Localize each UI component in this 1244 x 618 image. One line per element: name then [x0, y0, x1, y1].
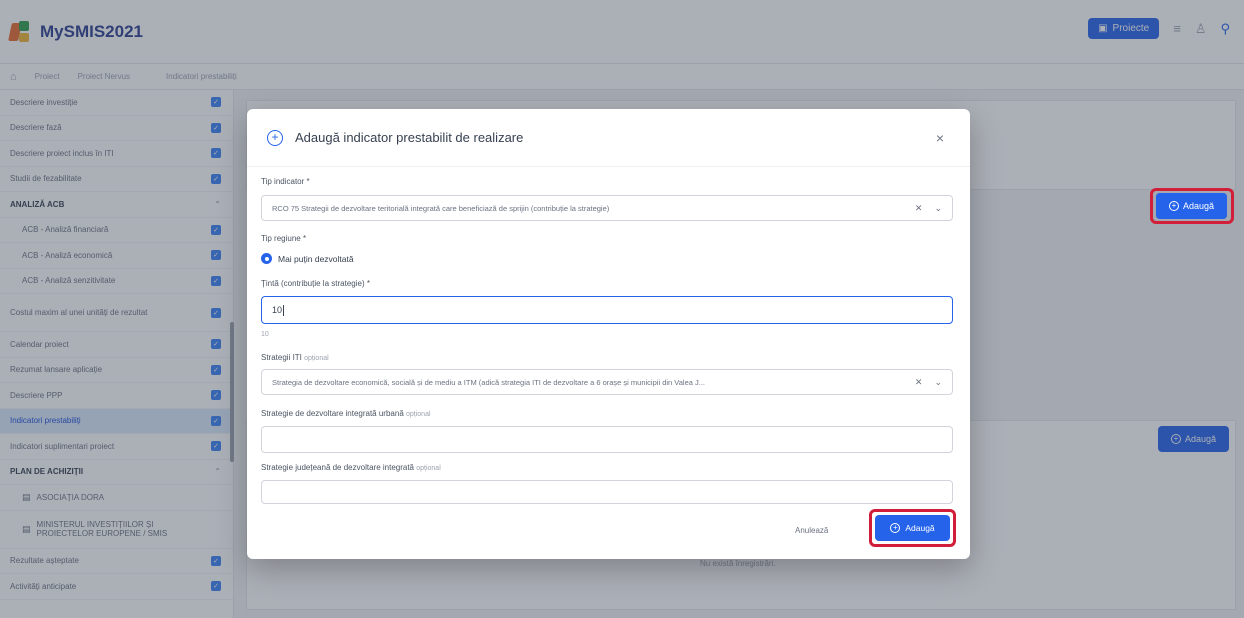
cancel-button[interactable]: Anulează	[795, 526, 828, 535]
highlighted-add-button[interactable]: + Adaugă	[1156, 193, 1227, 219]
tip-regiune-label: Tip regiune *	[261, 234, 307, 243]
clear-icon[interactable]: ✕	[915, 377, 923, 388]
tinta-input[interactable]: 10	[261, 296, 953, 324]
strategie-judeteana-label: Strategie județeană de dezvoltare integr…	[261, 463, 441, 472]
chevron-down-icon[interactable]: ⌄	[934, 203, 942, 214]
add-indicator-modal: + Adaugă indicator prestabilit de realiz…	[247, 109, 970, 559]
tip-indicator-value: RCO 75 Strategii de dezvoltare teritoria…	[272, 203, 610, 213]
strategii-iti-value: Strategia de dezvoltare economică, socia…	[272, 377, 705, 387]
strategie-urbana-label: Strategie de dezvoltare integrată urbană…	[261, 409, 431, 418]
strategii-iti-select[interactable]: Strategia de dezvoltare economică, socia…	[261, 369, 953, 395]
strategie-judeteana-field[interactable]	[261, 480, 953, 504]
plus-icon: +	[890, 523, 901, 533]
modal-header: + Adaugă indicator prestabilit de realiz…	[247, 109, 970, 167]
plus-icon: +	[1168, 201, 1179, 211]
region-radio-option[interactable]: Mai puțin dezvoltată	[261, 253, 354, 264]
tinta-hint: 10	[261, 331, 269, 338]
tinta-input-value: 10	[272, 305, 283, 315]
strategie-urbana-field[interactable]	[261, 426, 953, 453]
close-icon[interactable]: ×	[936, 130, 944, 146]
add-button[interactable]: + Adaugă	[875, 515, 950, 541]
tinta-label: Țintă (contribuție la strategie) *	[261, 279, 370, 288]
region-option-label: Mai puțin dezvoltată	[278, 253, 354, 264]
strategii-iti-label: Strategii ITI opțional	[261, 353, 329, 362]
plus-circle-icon: +	[267, 129, 283, 146]
tip-indicator-select[interactable]: RCO 75 Strategii de dezvoltare teritoria…	[261, 195, 953, 221]
add-button-label: Adaugă	[905, 523, 935, 533]
clear-icon[interactable]: ✕	[915, 203, 923, 214]
tip-indicator-label: Tip indicator *	[261, 177, 310, 186]
radio-selected-icon	[261, 253, 272, 264]
modal-title: Adaugă indicator prestabilit de realizar…	[295, 130, 524, 145]
chevron-down-icon[interactable]: ⌄	[934, 377, 942, 388]
